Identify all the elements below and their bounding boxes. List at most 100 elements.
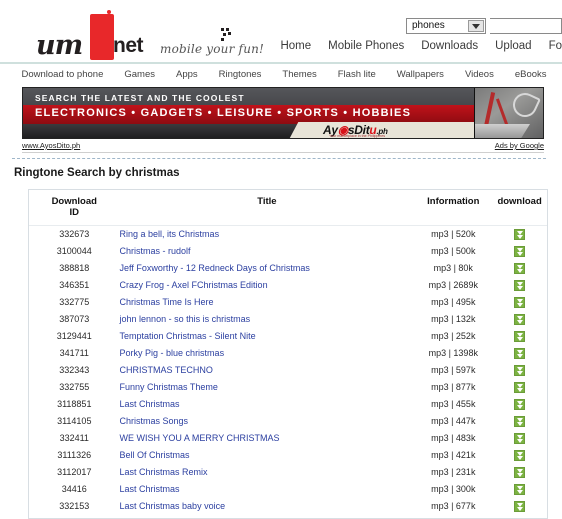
cell-information: mp3 | 80k xyxy=(414,260,492,277)
cell-download xyxy=(492,243,547,260)
ringtone-title-link[interactable]: Porky Pig - blue christmas xyxy=(120,348,225,358)
download-icon[interactable] xyxy=(514,348,525,359)
cell-title: Temptation Christmas - Silent Nite xyxy=(120,328,415,345)
cell-information: mp3 | 300k xyxy=(414,481,492,498)
table-row: 34416Last Christmas mp3 | 300k xyxy=(29,481,547,498)
download-icon[interactable] xyxy=(514,399,525,410)
cell-information: mp3 | 500k xyxy=(414,243,492,260)
nav-item-home[interactable]: Home xyxy=(280,40,311,52)
ringtone-title-link[interactable]: Funny Christmas Theme xyxy=(120,382,218,392)
cell-download-id: 332153 xyxy=(29,498,120,515)
cell-download xyxy=(492,413,547,430)
download-icon[interactable] xyxy=(514,416,525,427)
download-icon[interactable] xyxy=(514,314,525,325)
table-row: 332755Funny Christmas Thememp3 | 877k xyxy=(29,379,547,396)
subnav-item-ebooks[interactable]: eBooks xyxy=(515,69,547,80)
cell-title: Last Christmas baby voice xyxy=(120,498,415,515)
subnav-item-wallpapers[interactable]: Wallpapers xyxy=(397,69,444,80)
table-row: 387073john lennon - so this is christmas… xyxy=(29,311,547,328)
table-row: 3100044Christmas - rudolfmp3 | 500k xyxy=(29,243,547,260)
cell-download-id: 332673 xyxy=(29,226,120,244)
column-header-title: Title xyxy=(120,190,415,226)
subnav-item-games[interactable]: Games xyxy=(124,69,155,80)
cell-download xyxy=(492,311,547,328)
download-icon[interactable] xyxy=(514,280,525,291)
table-row: 332411WE WISH YOU A MERRY CHRISTMAS mp3 |… xyxy=(29,430,547,447)
table-row: 332343CHRISTMAS TECHNOmp3 | 597k xyxy=(29,362,547,379)
cell-title: Last Christmas xyxy=(120,396,415,413)
ads-by-google-link[interactable]: Ads by Google xyxy=(495,141,544,150)
table-header-row: Download ID Title Information download xyxy=(29,190,547,226)
cell-download-id: 332411 xyxy=(29,430,120,447)
ringtone-title-link[interactable]: Last Christmas xyxy=(120,484,180,494)
cell-information: mp3 | 447k xyxy=(414,413,492,430)
ringtone-title-link[interactable]: Ring a bell, its Christmas xyxy=(120,229,220,239)
table-row: 388818Jeff Foxworthy - 12 Redneck Days o… xyxy=(29,260,547,277)
download-icon[interactable] xyxy=(514,501,525,512)
nav-item-mobile-phones[interactable]: Mobile Phones xyxy=(328,40,404,52)
download-icon[interactable] xyxy=(514,433,525,444)
logo-text-net: net xyxy=(113,34,143,58)
download-icon[interactable] xyxy=(514,331,525,342)
site-header: um net mobile your fun! phones Home Mobi… xyxy=(0,0,562,62)
cell-information: mp3 | 2689k xyxy=(414,277,492,294)
cell-information: mp3 | 877k xyxy=(414,379,492,396)
cell-information: mp3 | 483k xyxy=(414,430,492,447)
download-icon[interactable] xyxy=(514,229,525,240)
search-category-select[interactable]: phones xyxy=(406,18,486,34)
ringtone-title-link[interactable]: Bell Of Christmas xyxy=(120,450,190,460)
ringtone-title-link[interactable]: Last Christmas Remix xyxy=(120,467,208,477)
subnav-item-themes[interactable]: Themes xyxy=(282,69,316,80)
ringtone-title-link[interactable]: CHRISTMAS TECHNO xyxy=(120,365,213,375)
ringtone-title-link[interactable]: Jeff Foxworthy - 12 Redneck Days of Chri… xyxy=(120,263,310,273)
table-row: 3118054Christmas Songsmp3 | 447k xyxy=(29,515,547,519)
cell-download xyxy=(492,396,547,413)
subnav-item-ringtones[interactable]: Ringtones xyxy=(219,69,262,80)
table-row: 3129441Temptation Christmas - Silent Nit… xyxy=(29,328,547,345)
download-icon[interactable] xyxy=(514,365,525,376)
cell-download xyxy=(492,362,547,379)
logo-text-um: um xyxy=(36,30,82,61)
cell-information: mp3 | 677k xyxy=(414,498,492,515)
cell-information: mp3 | 132k xyxy=(414,311,492,328)
subnav-item-download-to-phone[interactable]: Download to phone xyxy=(21,69,103,80)
site-logo[interactable]: um net mobile your fun! xyxy=(18,12,268,58)
nav-item-upload[interactable]: Upload xyxy=(495,40,531,52)
ringtone-title-link[interactable]: Last Christmas baby voice xyxy=(120,501,226,511)
download-icon[interactable] xyxy=(514,467,525,478)
ringtone-title-link[interactable]: Crazy Frog - Axel FChristmas Edition xyxy=(120,280,268,290)
subnav-item-videos[interactable]: Videos xyxy=(465,69,494,80)
download-icon[interactable] xyxy=(514,263,525,274)
cell-download xyxy=(492,481,547,498)
download-icon[interactable] xyxy=(514,450,525,461)
cell-download-id: 346351 xyxy=(29,277,120,294)
ringtone-title-link[interactable]: WE WISH YOU A MERRY CHRISTMAS xyxy=(120,433,280,443)
ringtone-title-link[interactable]: Temptation Christmas - Silent Nite xyxy=(120,331,256,341)
ringtone-title-link[interactable]: john lennon - so this is christmas xyxy=(120,314,251,324)
subnav-item-apps[interactable]: Apps xyxy=(176,69,198,80)
ad-banner[interactable]: SEARCH THE LATEST AND THE COOLEST ELECTR… xyxy=(22,87,544,139)
ad-photo-laptop-shape xyxy=(474,124,530,139)
download-icon[interactable] xyxy=(514,382,525,393)
cell-title: Christmas Time Is Here xyxy=(120,294,415,311)
site-search[interactable]: phones xyxy=(406,18,562,34)
nav-item-downloads[interactable]: Downloads xyxy=(421,40,478,52)
cell-download-id: 34416 xyxy=(29,481,120,498)
ringtone-title-link[interactable]: Last Christmas xyxy=(120,399,180,409)
chevron-down-icon[interactable] xyxy=(468,20,484,32)
search-input[interactable] xyxy=(490,18,562,34)
cell-download-id: 3114105 xyxy=(29,413,120,430)
subnav-item-flash-lite[interactable]: Flash lite xyxy=(338,69,376,80)
download-icon[interactable] xyxy=(514,484,525,495)
nav-item-forum[interactable]: Fo xyxy=(549,40,562,52)
ringtone-title-link[interactable]: Christmas - rudolf xyxy=(120,246,191,256)
download-icon[interactable] xyxy=(514,297,525,308)
column-header-download: download xyxy=(492,190,547,226)
ad-url-link[interactable]: www.AyosDito.ph xyxy=(22,141,80,150)
cell-download-id: 332343 xyxy=(29,362,120,379)
cell-title: Crazy Frog - Axel FChristmas Edition xyxy=(120,277,415,294)
ringtone-title-link[interactable]: Christmas Songs xyxy=(120,416,189,426)
cell-download-id: 3112017 xyxy=(29,464,120,481)
download-icon[interactable] xyxy=(514,246,525,257)
ringtone-title-link[interactable]: Christmas Time Is Here xyxy=(120,297,214,307)
